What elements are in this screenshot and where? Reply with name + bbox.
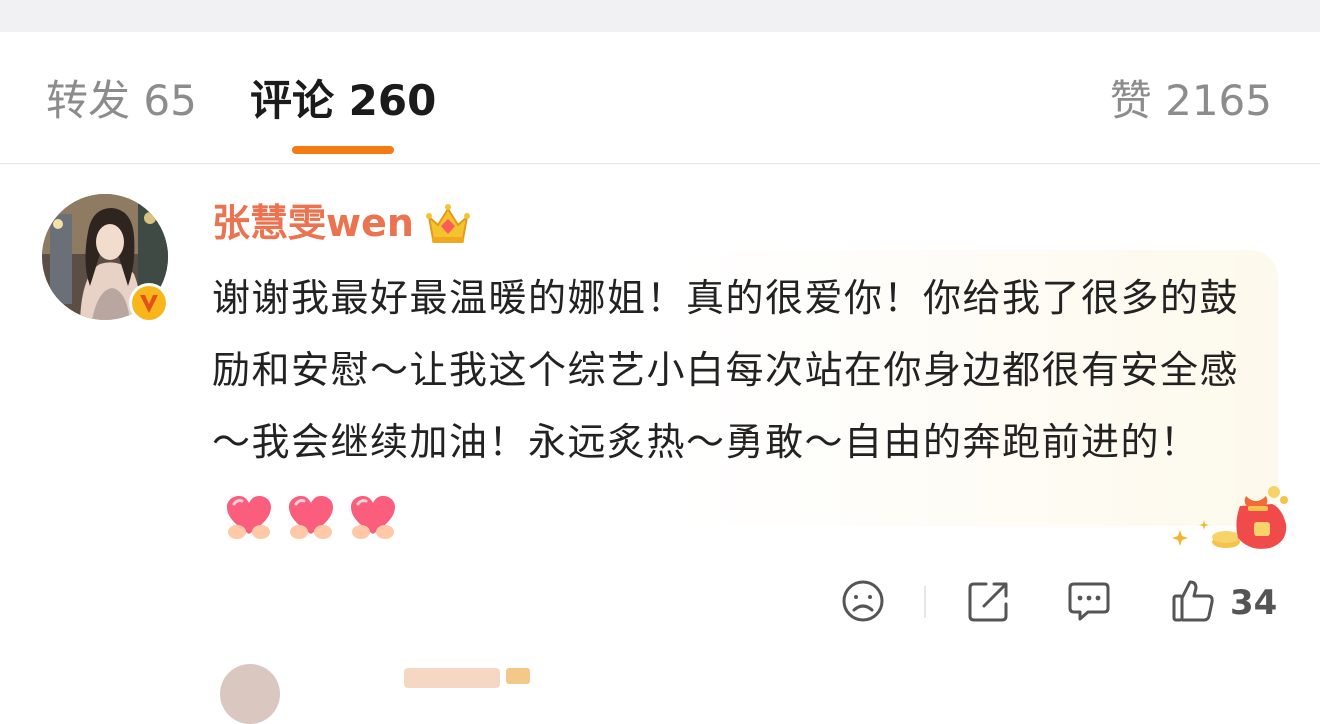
status-strip xyxy=(0,0,1320,32)
crown-icon xyxy=(506,668,530,684)
next-comment-avatar[interactable] xyxy=(220,664,280,724)
verified-v-icon xyxy=(128,282,170,324)
tab-bar: 转发 65 评论 260 赞 2165 xyxy=(0,32,1320,164)
comment-icon[interactable] xyxy=(1066,578,1112,624)
comment-body: 谢谢我最好最温暖的娜姐！真的很爱你！你给我了很多的鼓励和安慰～让我这个综艺小白每… xyxy=(212,262,1252,550)
comment-text: 谢谢我最好最温暖的娜姐！真的很爱你！你给我了很多的鼓励和安慰～让我这个综艺小白每… xyxy=(212,276,1240,464)
comment-username[interactable]: 张慧雯wen xyxy=(212,201,414,245)
heart-hands-icon xyxy=(348,493,398,541)
action-divider xyxy=(924,586,926,618)
share-icon[interactable] xyxy=(966,578,1012,624)
tab-likes[interactable]: 赞 2165 xyxy=(1110,76,1272,126)
dislike-face-icon[interactable] xyxy=(840,578,886,624)
lucky-bag-icon xyxy=(1170,482,1294,554)
tab-reposts[interactable]: 转发 65 xyxy=(46,76,197,126)
divider xyxy=(0,163,1320,164)
crown-icon xyxy=(425,201,471,245)
next-comment-username[interactable] xyxy=(404,668,500,688)
heart-hands-icon xyxy=(286,493,336,541)
active-tab-indicator xyxy=(292,146,394,154)
like-thumb-icon[interactable] xyxy=(1170,578,1216,624)
heart-hands-icon xyxy=(224,493,274,541)
like-count: 34 xyxy=(1230,583,1278,623)
tab-comments[interactable]: 评论 260 xyxy=(250,76,436,126)
